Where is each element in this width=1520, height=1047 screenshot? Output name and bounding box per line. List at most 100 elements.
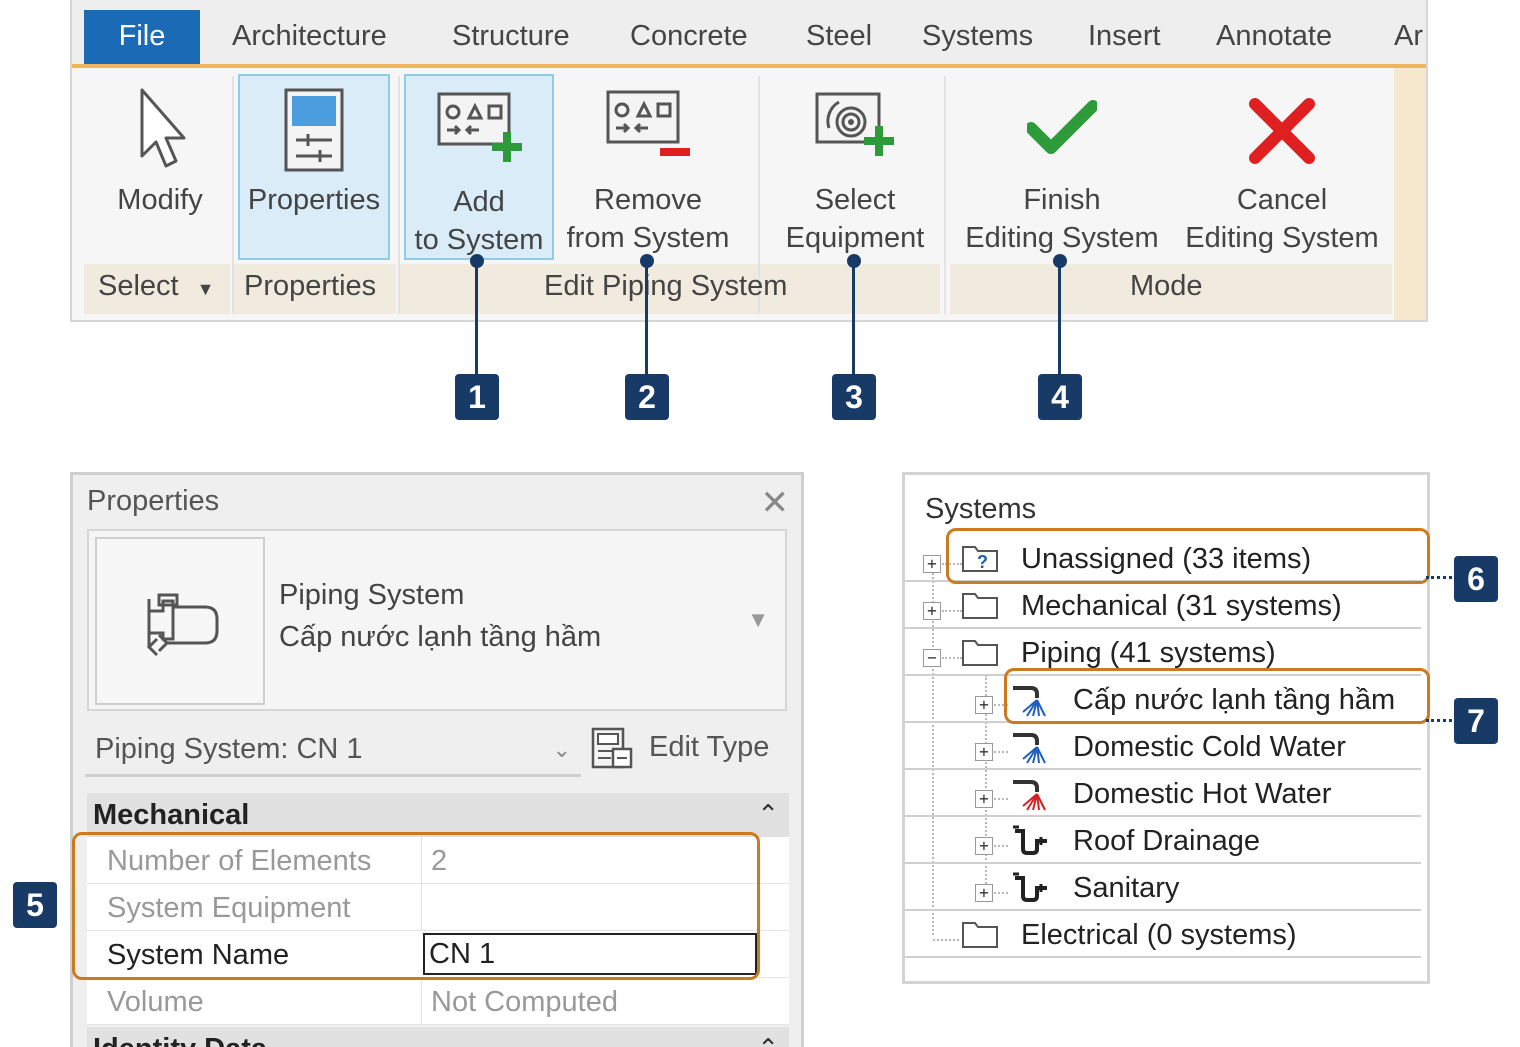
properties-title: Properties — [87, 485, 220, 517]
callout-badge-2: 2 — [625, 374, 669, 420]
properties-button[interactable]: Properties — [238, 74, 390, 260]
piping-system-icon — [146, 593, 219, 657]
ribbon-edge — [1394, 68, 1426, 320]
tree-item-label: Sanitary — [1073, 872, 1180, 904]
group-select-label: Select — [98, 270, 179, 302]
dropdown-arrow-icon: ▼ — [196, 279, 215, 299]
tree-line — [933, 939, 959, 941]
select-equipment-label-line1: Select — [814, 184, 896, 216]
property-key: Volume — [107, 986, 204, 1018]
tree-item-label: Domestic Cold Water — [1073, 731, 1346, 763]
tab-insert[interactable]: Insert — [1088, 10, 1161, 62]
dropdown-arrow-icon[interactable]: ▼ — [747, 607, 769, 633]
section-mechanical[interactable]: Mechanical ⌃ — [87, 793, 789, 837]
callout-badge-5: 5 — [13, 882, 57, 928]
highlight-box — [1004, 668, 1430, 724]
callout-line — [475, 262, 478, 374]
expand-icon[interactable]: + — [975, 743, 993, 761]
finish-label-line1: Finish — [1023, 184, 1101, 216]
modify-button[interactable]: Modify — [92, 74, 228, 260]
chevron-down-icon: ⌄ — [552, 737, 571, 762]
highlight-box — [72, 832, 760, 980]
type-selector[interactable]: Piping System Cấp nước lạnh tầng hầm ▼ — [87, 529, 787, 711]
tab-overflow[interactable]: Ar — [1394, 10, 1423, 62]
collapse-icon[interactable]: − — [923, 649, 941, 667]
instance-filter-value: Piping System: CN 1 — [95, 733, 363, 765]
type-family-name: Piping System — [279, 579, 465, 611]
instance-filter-select[interactable]: Piping System: CN 1 ⌄ — [85, 725, 581, 777]
property-row-volume: Volume Not Computed — [87, 978, 789, 1025]
collapse-icon[interactable]: ⌃ — [757, 799, 779, 830]
tab-structure[interactable]: Structure — [452, 10, 570, 62]
cancel-x-icon — [1249, 98, 1315, 164]
select-equipment-button[interactable]: Select Equipment — [772, 74, 938, 260]
properties-label: Properties — [247, 184, 381, 216]
hot-water-system-icon — [1013, 780, 1046, 811]
tree-item[interactable]: + Mechanical (31 systems) — [905, 582, 1421, 629]
remove-label-line2: from System — [566, 222, 730, 254]
callout-leader — [1426, 576, 1452, 579]
tree-line — [942, 610, 962, 612]
tree-item[interactable]: + Domestic Hot Water — [905, 770, 1421, 817]
expand-icon[interactable]: + — [975, 837, 993, 855]
tree-line — [994, 892, 1008, 894]
select-equipment-icon — [815, 92, 894, 156]
add-to-system-button[interactable]: Add to System — [404, 74, 554, 260]
group-properties-label: Properties — [244, 270, 377, 302]
remove-from-system-icon — [606, 90, 690, 156]
expand-icon[interactable]: + — [923, 602, 941, 620]
group-separator — [232, 76, 234, 314]
tree-item-label: Mechanical (31 systems) — [1021, 590, 1342, 622]
drainage-system-icon — [1013, 825, 1047, 855]
property-value: Not Computed — [431, 986, 618, 1018]
add-to-system-icon — [437, 92, 522, 162]
tree-line — [994, 751, 1008, 753]
tab-architecture[interactable]: Architecture — [232, 10, 387, 62]
callout-badge-3: 3 — [832, 374, 876, 420]
finish-editing-system-button[interactable]: Finish Editing System — [956, 74, 1168, 260]
folder-icon — [962, 593, 998, 619]
tab-file[interactable]: File — [84, 10, 200, 64]
tree-item[interactable]: Electrical (0 systems) — [905, 911, 1421, 958]
ribbon-panel: Modify Properties Add to System Remove f… — [72, 68, 1426, 320]
callout-badge-4: 4 — [1038, 374, 1082, 420]
section-title: Identity Data — [93, 1033, 267, 1047]
tree-item[interactable]: + Sanitary — [905, 864, 1421, 911]
callout-badge-7: 7 — [1454, 698, 1498, 744]
expand-icon[interactable]: + — [975, 884, 993, 902]
tree-item-label: Electrical (0 systems) — [1021, 919, 1297, 951]
expand-icon[interactable]: + — [975, 696, 993, 714]
tab-annotate[interactable]: Annotate — [1216, 10, 1332, 62]
tab-concrete[interactable]: Concrete — [630, 10, 748, 62]
tab-steel[interactable]: Steel — [806, 10, 872, 62]
remove-from-system-button[interactable]: Remove from System — [560, 74, 736, 260]
callout-line — [852, 262, 855, 374]
group-separator — [398, 76, 400, 314]
callout-line — [1058, 262, 1061, 374]
expand-icon[interactable]: + — [975, 790, 993, 808]
cancel-editing-system-button[interactable]: Cancel Editing System — [1176, 74, 1388, 260]
modify-label: Modify — [117, 184, 203, 216]
system-browser-title: Systems — [925, 493, 1037, 525]
folder-icon — [962, 640, 998, 666]
highlight-box — [946, 528, 1430, 584]
tree-line — [994, 845, 1008, 847]
group-select-dropdown[interactable]: Select ▼ — [98, 270, 215, 303]
tree-item[interactable]: + Roof Drainage — [905, 817, 1421, 864]
close-icon[interactable]: ✕ — [761, 483, 790, 523]
group-edit-piping-label: Edit Piping System — [544, 270, 788, 302]
section-identity-data[interactable]: Identity Data ⌃ — [87, 1027, 789, 1047]
edit-type-icon — [591, 727, 633, 769]
expand-icon[interactable]: + — [923, 555, 941, 573]
callout-line — [645, 262, 648, 374]
drainage-system-icon — [1013, 872, 1047, 902]
type-thumbnail — [95, 537, 265, 705]
edit-type-label: Edit Type — [649, 731, 770, 763]
group-mode-label: Mode — [1130, 270, 1203, 302]
tree-item[interactable]: + Domestic Cold Water — [905, 723, 1421, 770]
select-equipment-label-line2: Equipment — [785, 222, 925, 254]
collapse-icon[interactable]: ⌃ — [757, 1033, 779, 1047]
callout-badge-1: 1 — [455, 374, 499, 420]
tab-systems[interactable]: Systems — [922, 10, 1033, 62]
tree-item-label: Domestic Hot Water — [1073, 778, 1332, 810]
